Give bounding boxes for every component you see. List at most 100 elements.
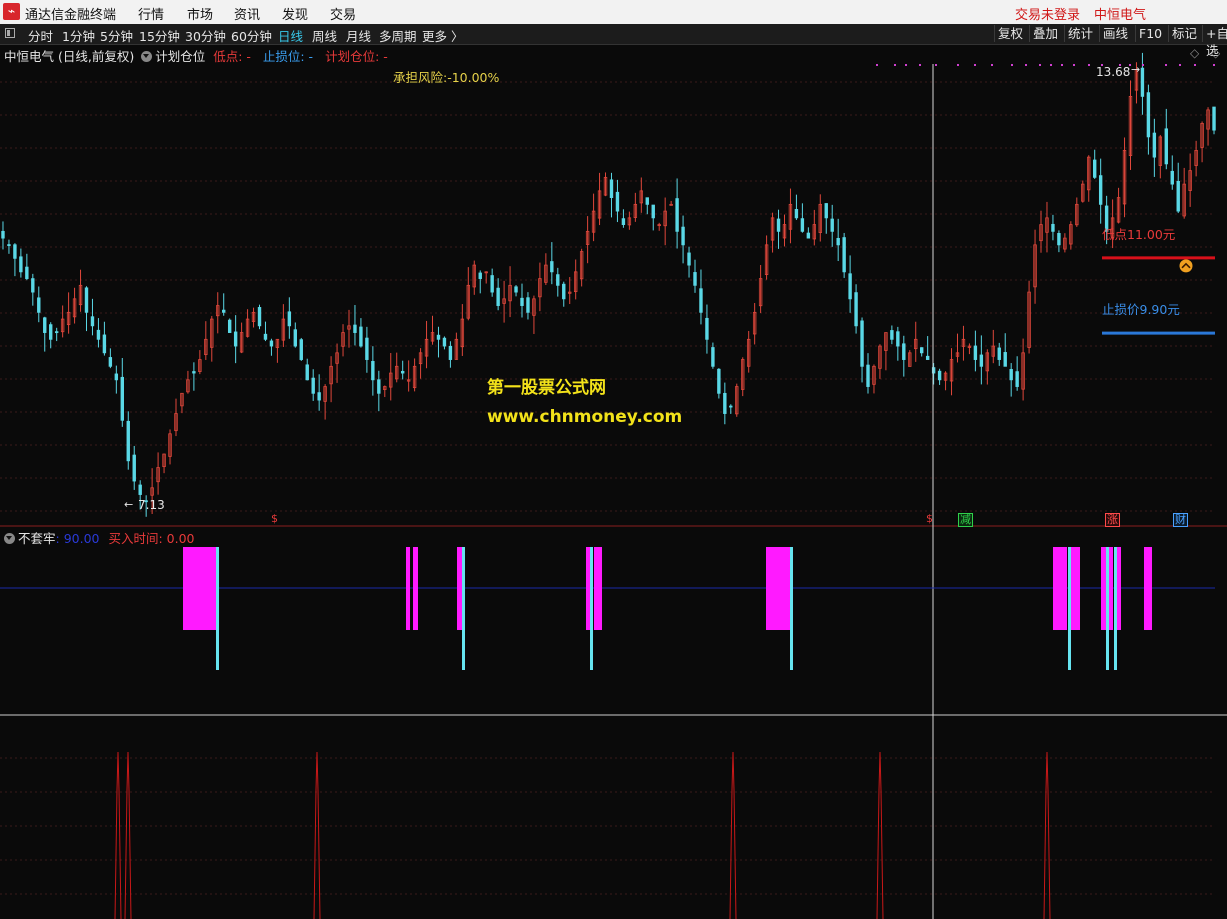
candle-body [645, 197, 649, 205]
candle-body [353, 324, 357, 333]
candle-body [919, 347, 924, 354]
candle-body [550, 261, 554, 273]
candle-body [717, 368, 721, 394]
candle-body [311, 377, 315, 394]
candle-body [860, 320, 864, 367]
magenta-bar [1144, 547, 1152, 630]
candle-body [227, 319, 232, 333]
candle-body [973, 345, 978, 360]
diamond-icon-2[interactable]: ◇ [1211, 46, 1220, 60]
buy-time-label: 买入时间: 0.00 [108, 531, 195, 546]
signal-dot [1039, 64, 1041, 66]
candle-body [359, 326, 363, 347]
candle-body [120, 376, 124, 421]
candle-body [305, 364, 309, 381]
candle-body [269, 340, 274, 347]
candle-body [997, 347, 1001, 360]
candle-body [800, 218, 805, 232]
watermark-name: 第一股票公式网 [487, 378, 606, 398]
candle-body [615, 191, 620, 212]
buy-signal-icon [1179, 259, 1193, 273]
candle-body [937, 370, 942, 381]
signal-dot [991, 64, 993, 66]
candle-body [371, 360, 375, 381]
candle-body [669, 203, 673, 206]
magenta-bar [1071, 547, 1080, 630]
signal-dot [957, 64, 959, 66]
candle-body [7, 244, 11, 246]
candle-body [132, 454, 136, 482]
candle-body [896, 331, 900, 347]
marker-rise[interactable]: 涨 [1105, 513, 1120, 527]
candle-body [1098, 175, 1103, 205]
candle-body [1003, 352, 1007, 367]
candle-body [37, 297, 41, 313]
candle-body [90, 316, 95, 327]
sub-panel-header: 不套牢: 90.00 买入时间: 0.00 [4, 528, 195, 547]
candle-body [222, 309, 226, 313]
signal-dot [1061, 64, 1063, 66]
marker-dollar-2[interactable]: $ [925, 513, 934, 525]
candle-body [705, 317, 709, 340]
candle-body [836, 237, 840, 246]
magenta-bar [1101, 547, 1106, 630]
indicator-dropdown-icon[interactable] [141, 51, 153, 62]
candle-body [621, 218, 626, 226]
signal-dot [919, 64, 921, 66]
candle-body [192, 371, 196, 374]
candle-body [114, 373, 119, 381]
candle-body [651, 204, 655, 219]
magenta-bar [183, 547, 216, 630]
marker-reduce[interactable]: 减 [958, 513, 973, 527]
marker-finance[interactable]: 财 [1173, 513, 1188, 527]
candle-body [794, 208, 799, 219]
candle-body [263, 333, 268, 340]
candle-body [1152, 132, 1157, 158]
candle-body [233, 331, 238, 347]
cyan-bar [790, 547, 793, 670]
signal-dot [935, 64, 937, 66]
candle-body [49, 324, 53, 340]
candle-body [54, 331, 59, 334]
signal-dot [974, 64, 976, 66]
candle-body [102, 334, 107, 354]
candle-body [126, 420, 130, 462]
candle-body [854, 292, 858, 327]
candle-body [299, 339, 303, 360]
candle-body [490, 275, 494, 293]
candle-body [1015, 371, 1019, 387]
candle-body [687, 252, 691, 266]
candle-body [377, 379, 381, 394]
candle-body [1057, 233, 1061, 246]
candle-body [729, 405, 733, 408]
signal-dot [1088, 64, 1090, 66]
indicator-name[interactable]: 计划仓位 [155, 49, 205, 64]
candle-body [436, 334, 441, 340]
cyan-bar [1068, 547, 1071, 670]
signal-dot [1025, 64, 1027, 66]
sub-indicator-dropdown-icon[interactable] [4, 533, 15, 544]
signal-dot [1165, 64, 1167, 66]
sub-indicator-name[interactable]: 不套牢 [18, 531, 56, 546]
signal-dot [1142, 64, 1144, 66]
signal-dot [1011, 64, 1013, 66]
candle-body [293, 329, 298, 347]
candle-body [1212, 106, 1216, 131]
candle-body [257, 307, 262, 327]
kline-chart[interactable] [0, 0, 1227, 919]
signal-dot [876, 64, 878, 66]
candle-body [448, 345, 453, 360]
risk-text: 承担风险:-10.00% [393, 70, 500, 85]
signal-dot [1194, 64, 1196, 66]
signal-dot [1213, 64, 1215, 66]
candle-body [526, 297, 530, 313]
marker-dollar-1[interactable]: $ [270, 513, 279, 525]
candle-body [442, 337, 447, 347]
cyan-bar [462, 547, 465, 670]
diamond-icon[interactable]: ◇ [1190, 46, 1199, 60]
magenta-bar [594, 547, 602, 630]
candle-body [723, 392, 727, 414]
candle-body [902, 343, 906, 360]
candle-body [317, 392, 321, 401]
low-arrow-icon: ← [124, 498, 134, 511]
